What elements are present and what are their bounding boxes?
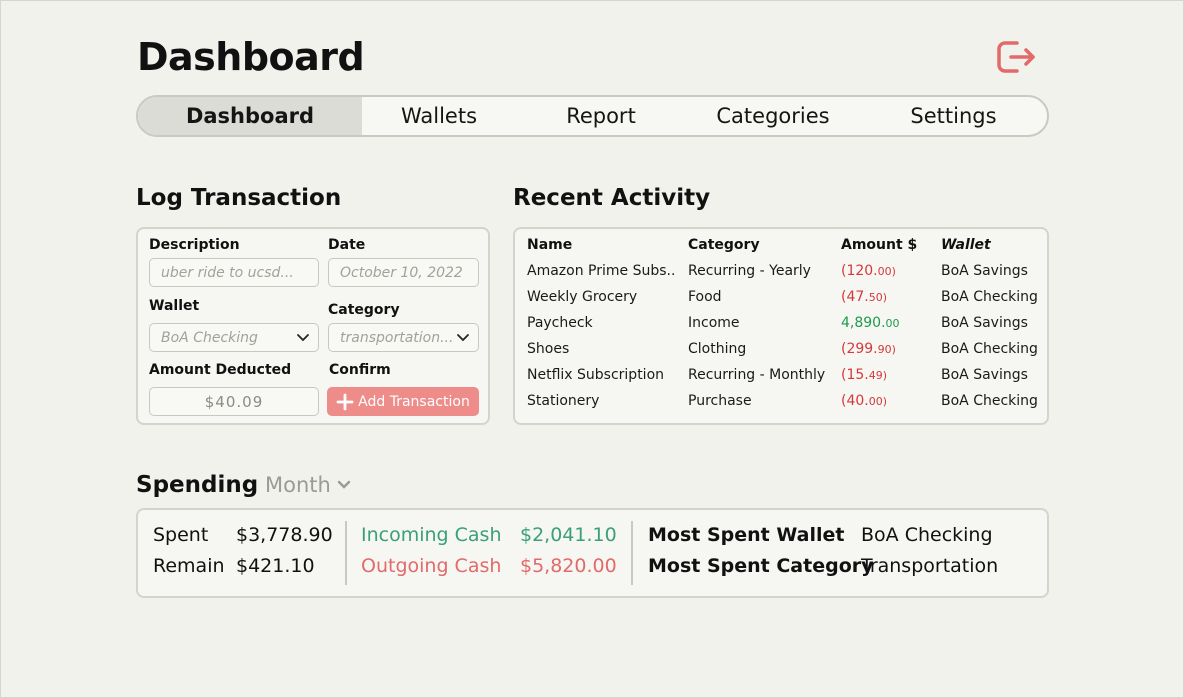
amount-main: (15. <box>841 367 869 383</box>
amount-cents: 90) <box>877 343 896 356</box>
tab-dashboard[interactable]: Dashboard <box>138 97 362 135</box>
activity-row-wallet: BoA Savings <box>941 263 1028 279</box>
log-transaction-title: Log Transaction <box>136 185 342 211</box>
activity-row-amount: (40.00) <box>841 393 887 409</box>
col-header-name: Name <box>527 237 573 253</box>
incoming-cash-value: $2,041.10 <box>520 524 617 546</box>
activity-row-name: Stationery <box>527 393 600 409</box>
logout-button[interactable] <box>995 37 1039 77</box>
activity-row-category: Food <box>688 289 722 305</box>
description-input[interactable]: uber ride to ucsd... <box>149 258 319 287</box>
page-title: Dashboard <box>137 35 365 79</box>
category-select[interactable]: transportation... <box>328 323 479 352</box>
amount-label: Amount Deducted <box>149 362 292 378</box>
plus-icon <box>336 393 354 410</box>
activity-row-name: Weekly Grocery <box>527 289 638 305</box>
amount-cents: 00) <box>877 265 896 278</box>
activity-row-category: Clothing <box>688 341 747 357</box>
incoming-cash-label: Incoming Cash <box>361 524 502 546</box>
chevron-down-icon <box>457 333 469 341</box>
amount-main: 4,890. <box>841 315 886 331</box>
spending-title: Spending <box>136 472 259 498</box>
most-spent-category-label: Most Spent Category <box>648 555 874 577</box>
tab-wallets[interactable]: Wallets <box>362 97 516 135</box>
amount-main: (120. <box>841 263 878 279</box>
activity-row-name: Netflix Subscription <box>527 367 665 383</box>
wallet-select-value: BoA Checking <box>161 329 258 346</box>
activity-row-wallet: BoA Savings <box>941 367 1028 383</box>
recent-activity-title: Recent Activity <box>513 185 711 211</box>
tab-settings[interactable]: Settings <box>860 97 1047 135</box>
amount-cents: 49) <box>868 369 888 382</box>
activity-row-amount: (120.00) <box>841 263 896 279</box>
remain-label: Remain <box>153 555 225 577</box>
activity-row-category: Recurring - Monthly <box>688 367 826 383</box>
main-nav: Dashboard Wallets Report Categories Sett… <box>136 95 1049 137</box>
activity-row-category: Purchase <box>688 393 752 409</box>
spent-value: $3,778.90 <box>236 524 333 546</box>
activity-row-wallet: BoA Checking <box>941 393 1038 409</box>
amount-cents: 00 <box>885 317 900 330</box>
spent-label: Spent <box>153 524 209 546</box>
add-transaction-button[interactable]: Add Transaction <box>327 387 479 416</box>
wallet-select[interactable]: BoA Checking <box>149 323 319 352</box>
category-label: Category <box>328 302 400 318</box>
outgoing-cash-label: Outgoing Cash <box>361 555 502 577</box>
spending-card <box>136 508 1049 598</box>
amount-main: (299. <box>841 341 878 357</box>
amount-input[interactable]: $40.09 <box>149 387 319 416</box>
col-header-wallet: Wallet <box>941 237 991 253</box>
add-transaction-label: Add Transaction <box>358 393 470 410</box>
col-header-amount: Amount $ <box>841 237 918 253</box>
chevron-down-icon <box>297 333 309 341</box>
most-spent-category-value: Transportation <box>861 555 999 577</box>
activity-row-wallet: BoA Checking <box>941 289 1038 305</box>
activity-row-category: Income <box>688 315 740 331</box>
app-frame: Dashboard Dashboard Wallets Report Categ… <box>0 0 1184 698</box>
amount-cents: 00) <box>868 395 888 408</box>
activity-row-amount: (15.49) <box>841 367 887 383</box>
spending-divider <box>631 521 633 585</box>
outgoing-cash-value: $5,820.00 <box>520 555 617 577</box>
confirm-label: Confirm <box>329 362 391 378</box>
activity-row-category: Recurring - Yearly <box>688 263 811 279</box>
activity-row-amount: (47.50) <box>841 289 887 305</box>
most-spent-wallet-value: BoA Checking <box>861 524 993 546</box>
chevron-down-icon <box>337 480 351 489</box>
period-select[interactable]: Month <box>265 473 351 497</box>
amount-main: (47. <box>841 289 869 305</box>
tab-report[interactable]: Report <box>516 97 686 135</box>
col-header-category: Category <box>688 237 760 253</box>
activity-row-amount: (299.90) <box>841 341 896 357</box>
category-select-value: transportation... <box>340 329 454 346</box>
amount-cents: 50) <box>868 291 888 304</box>
activity-row-name: Shoes <box>527 341 570 357</box>
date-label: Date <box>328 237 366 253</box>
date-input[interactable]: October 10, 2022 <box>328 258 479 287</box>
tab-categories[interactable]: Categories <box>686 97 860 135</box>
activity-row-wallet: BoA Checking <box>941 341 1038 357</box>
amount-main: (40. <box>841 393 869 409</box>
period-select-value: Month <box>265 473 331 497</box>
wallet-label: Wallet <box>149 298 200 314</box>
activity-row-amount: 4,890.00 <box>841 315 900 331</box>
activity-row-name: Amazon Prime Subs.. <box>527 263 676 279</box>
logout-icon <box>997 41 1035 73</box>
remain-value: $421.10 <box>236 555 315 577</box>
most-spent-wallet-label: Most Spent Wallet <box>648 524 845 546</box>
activity-row-wallet: BoA Savings <box>941 315 1028 331</box>
activity-row-name: Paycheck <box>527 315 593 331</box>
spending-divider <box>345 521 347 585</box>
description-label: Description <box>149 237 240 253</box>
